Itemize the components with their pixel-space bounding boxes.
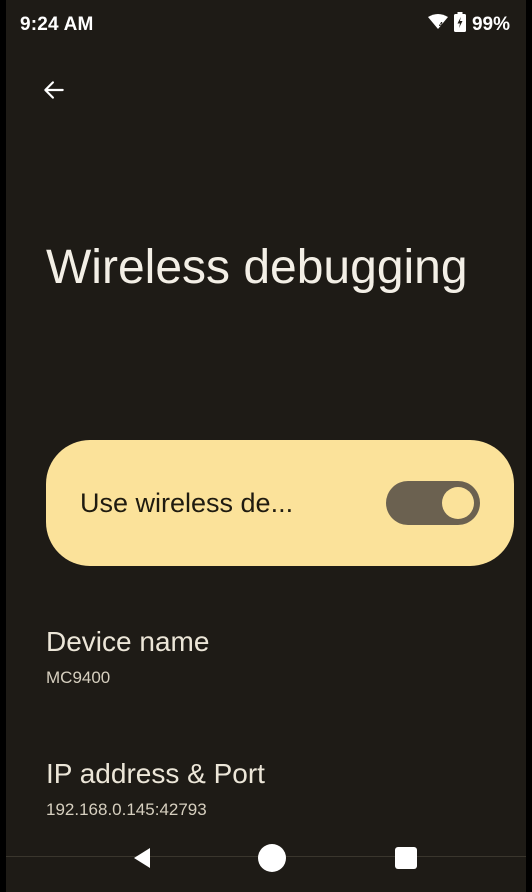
screen: 9:24 AM 4 99% Wireless debugging Use wir… xyxy=(6,0,526,892)
nav-back-button[interactable] xyxy=(122,840,162,880)
back-arrow-icon xyxy=(41,77,67,108)
battery-percent: 99% xyxy=(471,14,510,35)
ip-address-port-title: IP address & Port xyxy=(46,758,265,789)
status-icons: 4 99% xyxy=(427,12,510,38)
wifi-icon: 4 xyxy=(427,14,448,36)
nav-home-icon xyxy=(257,843,287,878)
page-title: Wireless debugging xyxy=(46,241,468,294)
device-name-value: MC9400 xyxy=(46,668,111,687)
nav-home-button[interactable] xyxy=(252,840,292,880)
use-wireless-debugging-toggle[interactable]: Use wireless de... xyxy=(46,440,514,566)
status-bar: 9:24 AM 4 99% xyxy=(6,0,526,50)
switch-thumb xyxy=(442,487,474,519)
ip-address-port-preference[interactable]: IP address & Port 192.168.0.145:42793 xyxy=(46,758,506,820)
ip-address-port-value: 192.168.0.145:42793 xyxy=(46,800,207,819)
nav-back-icon xyxy=(130,846,154,875)
status-time: 9:24 AM xyxy=(20,14,94,35)
toggle-label: Use wireless de... xyxy=(80,488,294,518)
device-name-preference[interactable]: Device name MC9400 xyxy=(46,626,506,688)
nav-recents-button[interactable] xyxy=(386,840,426,880)
battery-icon xyxy=(453,12,466,38)
navigation-bar xyxy=(6,832,526,882)
svg-text:4: 4 xyxy=(439,22,443,29)
switch[interactable] xyxy=(386,481,480,525)
nav-recents-icon xyxy=(394,846,418,875)
back-button[interactable] xyxy=(32,70,76,114)
device-name-title: Device name xyxy=(46,626,210,657)
